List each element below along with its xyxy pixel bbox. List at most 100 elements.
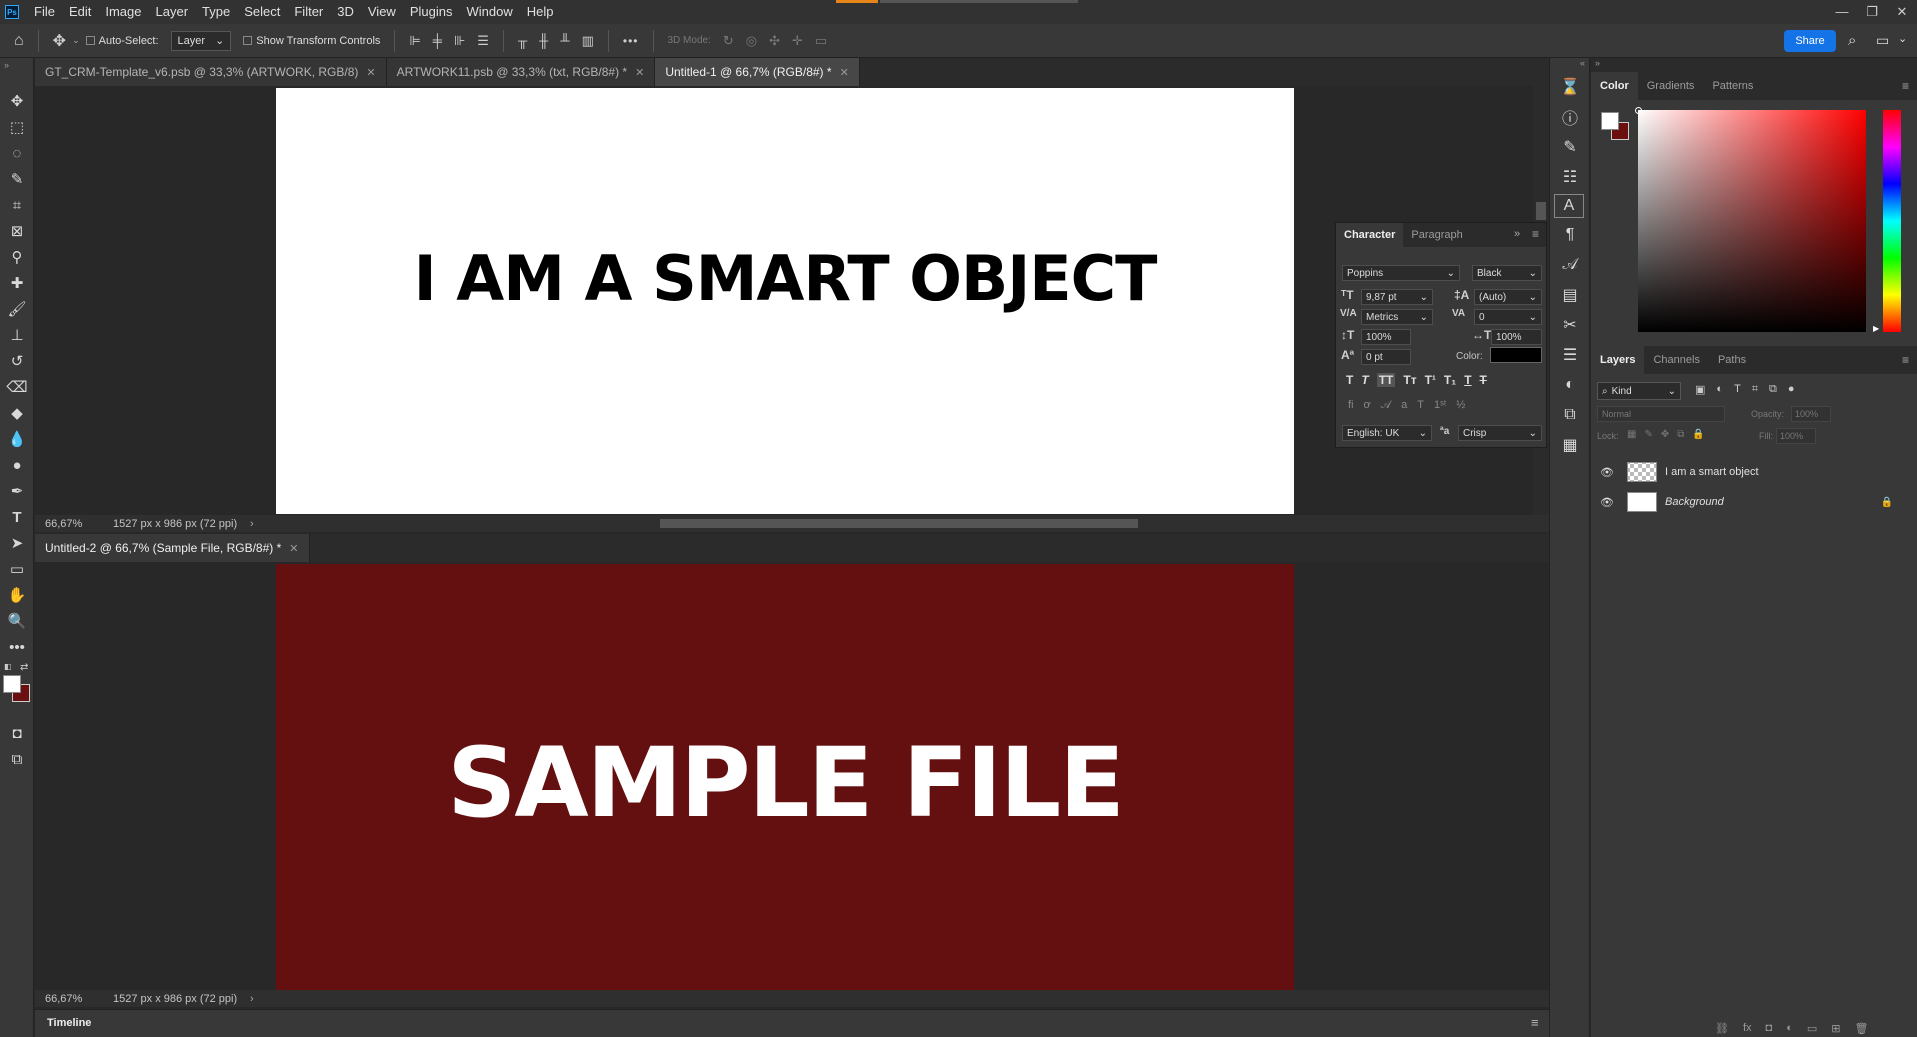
layer-style-icon[interactable]: fx	[1743, 1022, 1752, 1035]
color-field[interactable]	[1635, 107, 1866, 332]
foreground-color-swatch[interactable]	[1601, 112, 1619, 130]
healing-brush-icon[interactable]: ✚	[0, 270, 34, 296]
opacity-field[interactable]: 100%	[1791, 406, 1831, 422]
checkbox-box[interactable]	[243, 36, 253, 45]
superscript-icon[interactable]: T¹	[1425, 373, 1436, 387]
layer-name[interactable]: I am a smart object	[1665, 466, 1759, 478]
align-middle-icon[interactable]: ╫	[539, 33, 548, 48]
lock-artboard-icon[interactable]: ⧉	[1677, 429, 1684, 440]
timeline-tab[interactable]: Timeline	[47, 1017, 91, 1029]
close-tab-icon[interactable]: ✕	[366, 66, 375, 79]
new-group-icon[interactable]: ▭	[1807, 1022, 1817, 1035]
ligatures-icon[interactable]: ﬁ	[1348, 399, 1354, 412]
zoom-tool-icon[interactable]: 🔍	[0, 608, 34, 634]
panel-menu-icon[interactable]: ≡	[1902, 353, 1917, 367]
menu-view[interactable]: View	[361, 0, 403, 24]
align-left-icon[interactable]: ⊫	[409, 33, 420, 49]
close-tab-icon[interactable]: ✕	[289, 542, 298, 555]
blur-tool-icon[interactable]: 💧	[0, 426, 34, 452]
document-2-canvas[interactable]: SAMPLE FILE	[276, 564, 1294, 990]
properties-icon[interactable]: ☰	[1550, 340, 1590, 370]
marquee-tool-icon[interactable]: ⬚	[0, 114, 34, 140]
chevron-right-icon[interactable]: ›	[250, 518, 254, 530]
tab-paths[interactable]: Paths	[1709, 346, 1755, 374]
auto-select-checkbox[interactable]: Auto-Select:	[85, 35, 159, 47]
visibility-eye-icon[interactable]: 👁	[1595, 466, 1619, 479]
faux-bold-icon[interactable]: T	[1346, 373, 1353, 387]
panel-menu-icon[interactable]: ≡	[1531, 1015, 1539, 1030]
new-adjustment-icon[interactable]: ◐	[1786, 1022, 1793, 1035]
glyphs-icon[interactable]: 𝒜	[1550, 250, 1590, 280]
alternates-icon[interactable]: a	[1401, 399, 1407, 412]
layer-filter-dropdown[interactable]: ⌕ Kind ⌄	[1597, 382, 1681, 400]
info-icon[interactable]: ⓘ	[1550, 102, 1590, 132]
layer-row[interactable]: 👁 I am a smart object	[1591, 457, 1917, 487]
zoom-level[interactable]: 66,67%	[35, 993, 105, 1005]
tab-channels[interactable]: Channels	[1644, 346, 1708, 374]
scrollbar-thumb[interactable]	[1536, 202, 1546, 220]
ordinals-icon[interactable]: 1ˢᵗ	[1434, 399, 1446, 412]
close-icon[interactable]: ✕	[1887, 0, 1917, 24]
rectangle-tool-icon[interactable]: ▭	[0, 556, 34, 582]
paragraph-panel-icon[interactable]: ¶	[1550, 220, 1590, 250]
tracking-field[interactable]: 0 ⌄	[1474, 309, 1542, 325]
filter-toggle-icon[interactable]: ●	[1788, 383, 1795, 396]
chevron-right-icon[interactable]: ›	[250, 993, 254, 1005]
leading-field[interactable]: (Auto) ⌄	[1474, 289, 1542, 305]
panel-menu-icon[interactable]: ≡	[1532, 227, 1539, 241]
link-layers-icon[interactable]: ⛓	[1715, 1022, 1729, 1035]
lock-all-icon[interactable]: 🔒	[1692, 429, 1704, 440]
default-colors-icon[interactable]: ◧	[4, 662, 12, 671]
adjustments-icon[interactable]: ☷	[1550, 162, 1590, 192]
document-1-viewport[interactable]: I AM A SMART OBJECT	[35, 86, 1549, 515]
layer-row[interactable]: 👁 Background 🔒	[1591, 487, 1917, 517]
menu-window[interactable]: Window	[459, 0, 519, 24]
frame-tool-icon[interactable]: ⊠	[0, 218, 34, 244]
brush-settings-icon[interactable]: ✎	[1550, 132, 1590, 162]
tab-patterns[interactable]: Patterns	[1703, 72, 1762, 100]
fill-field[interactable]: 100%	[1776, 428, 1816, 444]
type-filter-icon[interactable]: T	[1734, 383, 1741, 396]
strikethrough-icon[interactable]: T	[1480, 373, 1487, 387]
distribute-vertical-icon[interactable]: ☰	[477, 33, 489, 49]
menu-plugins[interactable]: Plugins	[403, 0, 460, 24]
tab-gradients[interactable]: Gradients	[1638, 72, 1704, 100]
menu-image[interactable]: Image	[98, 0, 148, 24]
hand-tool-icon[interactable]: ✋	[0, 582, 34, 608]
libraries-icon[interactable]: ▤	[1550, 280, 1590, 310]
titling-icon[interactable]: T	[1417, 399, 1424, 412]
color-picker-handle[interactable]	[1635, 107, 1642, 114]
tab-character[interactable]: Character	[1336, 223, 1404, 247]
close-tab-icon[interactable]: ✕	[635, 66, 644, 79]
minimize-icon[interactable]: —	[1827, 0, 1857, 24]
align-bottom-icon[interactable]: ╨	[560, 33, 569, 48]
move-tool-icon[interactable]: ✥	[0, 88, 34, 114]
blend-mode-dropdown[interactable]: Normal	[1597, 406, 1725, 422]
lock-pixels-icon[interactable]: ✎	[1644, 429, 1652, 440]
language-dropdown[interactable]: English: UK ⌄	[1342, 425, 1432, 441]
checkbox-box[interactable]	[85, 36, 95, 45]
swatches-icon[interactable]: ⧉	[1550, 400, 1590, 430]
menu-help[interactable]: Help	[520, 0, 561, 24]
menu-file[interactable]: File	[27, 0, 62, 24]
menu-type[interactable]: Type	[195, 0, 237, 24]
pixel-filter-icon[interactable]: ▣	[1695, 383, 1705, 396]
swap-colors-icon[interactable]: ⇄	[20, 662, 28, 673]
baseline-shift-field[interactable]: 0 pt	[1361, 349, 1411, 365]
clone-stamp-icon[interactable]: ⊥	[0, 322, 34, 348]
add-mask-icon[interactable]: ◘	[1766, 1022, 1773, 1035]
hue-slider-handle[interactable]: ▶	[1873, 324, 1879, 333]
fractions-icon[interactable]: ½	[1456, 399, 1465, 412]
zoom-level[interactable]: 66,67%	[35, 518, 105, 530]
chevron-down-icon[interactable]: ⌄	[1898, 32, 1907, 45]
document-2-viewport[interactable]: SAMPLE FILE	[35, 562, 1549, 990]
hue-slider[interactable]	[1883, 110, 1901, 332]
lock-transparent-icon[interactable]: ▦	[1627, 429, 1636, 440]
chevron-down-icon[interactable]: ⌄	[72, 35, 80, 46]
delete-layer-icon[interactable]: 🗑	[1854, 1022, 1868, 1035]
collapse-icon[interactable]: «	[1550, 58, 1589, 72]
underline-icon[interactable]: T	[1464, 373, 1471, 387]
home-icon[interactable]: ⌂	[14, 32, 24, 50]
horizontal-scrollbar-thumb[interactable]	[660, 519, 1138, 528]
align-center-icon[interactable]: ╪	[433, 33, 442, 48]
